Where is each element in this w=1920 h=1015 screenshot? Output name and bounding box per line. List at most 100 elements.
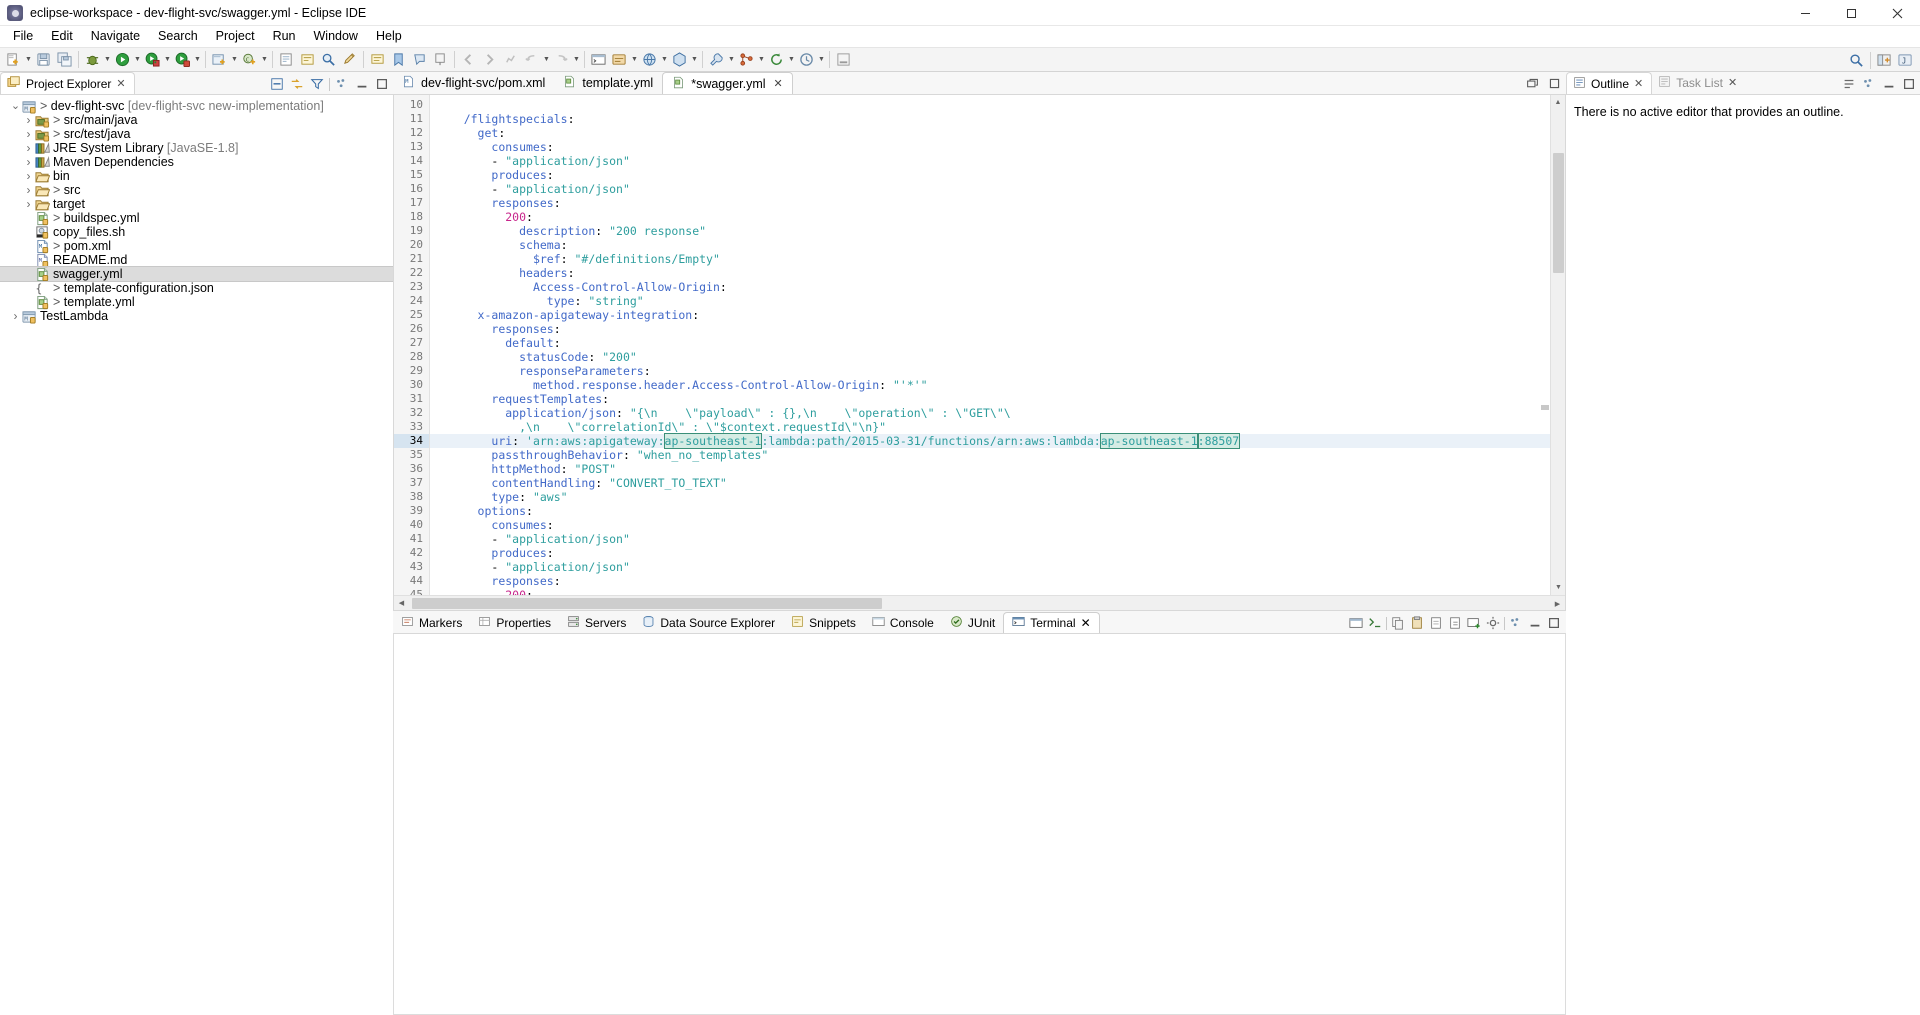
save-icon[interactable] (34, 50, 53, 69)
menu-help[interactable]: Help (367, 27, 411, 46)
tab-outline[interactable]: Outline ✕ (1566, 72, 1653, 94)
view-menu-icon[interactable] (1861, 76, 1877, 92)
code-line[interactable]: type: "string" (430, 294, 1550, 308)
editor-tab-template-yml[interactable]: template.yml (554, 72, 662, 94)
view-filter-icon[interactable] (309, 76, 325, 92)
code-line[interactable]: produces: (430, 168, 1550, 182)
menu-edit[interactable]: Edit (42, 27, 82, 46)
code-line-current[interactable]: uri: 'arn:aws:apigateway:ap-southeast-1:… (430, 433, 1550, 449)
code-line[interactable]: options: (430, 504, 1550, 518)
open-type-icon[interactable] (277, 50, 296, 69)
bottom-tab-junit[interactable]: JUnit (942, 612, 1003, 633)
tab-task-list[interactable]: Task List ✕ (1652, 72, 1745, 94)
chevron-down-icon[interactable]: ▼ (817, 50, 826, 69)
chevron-right-icon[interactable]: › (23, 155, 34, 169)
tree-item-target[interactable]: › target (0, 197, 393, 211)
open-perspective-icon[interactable] (1875, 51, 1894, 70)
code-line[interactable]: passthroughBehavior: "when_no_templates" (430, 448, 1550, 462)
profile-icon[interactable] (173, 50, 192, 69)
menu-search[interactable]: Search (149, 27, 207, 46)
annotation-icon[interactable] (368, 50, 387, 69)
code-line[interactable]: responses: (430, 574, 1550, 588)
maximize-icon[interactable] (1546, 615, 1562, 631)
code-line[interactable]: headers: (430, 266, 1550, 280)
search-icon[interactable] (319, 50, 338, 69)
open-task-icon[interactable] (298, 50, 317, 69)
next-edit-icon[interactable] (480, 50, 499, 69)
tree-item-buildspec-yml[interactable]: > buildspec.yml (0, 211, 393, 225)
quick-access-search-icon[interactable] (1847, 51, 1866, 70)
scroll-lock-icon[interactable] (1447, 615, 1463, 631)
menu-project[interactable]: Project (207, 27, 264, 46)
close-icon[interactable] (1874, 0, 1920, 26)
kubernetes-icon[interactable] (670, 50, 689, 69)
chevron-down-icon[interactable]: ▼ (230, 50, 239, 69)
code-line[interactable]: /flightspecials: (430, 112, 1550, 126)
menu-file[interactable]: File (4, 27, 42, 46)
minimize-icon[interactable] (1527, 615, 1543, 631)
code-line[interactable]: - "application/json" (430, 560, 1550, 574)
task-marker-icon[interactable] (410, 50, 429, 69)
java-perspective-icon[interactable]: J (1896, 51, 1915, 70)
horizontal-scroll-thumb[interactable] (412, 598, 882, 609)
refresh-icon[interactable] (767, 50, 786, 69)
chevron-down-icon[interactable]: ▼ (757, 50, 766, 69)
chevron-down-icon[interactable]: ▼ (660, 50, 669, 69)
previous-edit-icon[interactable] (459, 50, 478, 69)
minimize-icon[interactable] (354, 76, 370, 92)
chevron-right-icon[interactable]: › (23, 183, 34, 197)
tree-item-src-main-java[interactable]: › > src/main/java (0, 113, 393, 128)
outline-menu-icon[interactable] (1841, 76, 1857, 92)
tree-item-jre-system-library[interactable]: › JRE System Library [JavaSE-1.8] (0, 141, 393, 155)
chevron-down-icon[interactable]: ▼ (193, 50, 202, 69)
chevron-down-icon[interactable]: ⌄ (10, 99, 21, 113)
maximize-icon[interactable] (1828, 0, 1874, 26)
code-line[interactable]: application/json: "{\n \"payload\" : {},… (430, 406, 1550, 420)
chevron-right-icon[interactable]: › (23, 169, 34, 183)
code-line[interactable]: consumes: (430, 140, 1550, 154)
tree-item-swagger-yml[interactable]: swagger.yml (0, 266, 393, 282)
chevron-down-icon[interactable]: ▼ (690, 50, 699, 69)
close-icon[interactable]: ✕ (116, 78, 125, 89)
code-line[interactable]: type: "aws" (430, 490, 1550, 504)
code-line[interactable]: get: (430, 126, 1550, 140)
bottom-tab-data-source-explorer[interactable]: Data Source Explorer (634, 612, 783, 633)
tree-item-template-yml[interactable]: > template.yml (0, 295, 393, 309)
new-wizard-icon[interactable] (4, 50, 23, 69)
menu-run[interactable]: Run (264, 27, 305, 46)
back-icon[interactable] (522, 50, 541, 69)
bottom-tab-servers[interactable]: Servers (559, 612, 634, 633)
tree-item-testlambda[interactable]: › M TestLambda (0, 309, 393, 324)
chevron-down-icon[interactable]: ▼ (787, 50, 796, 69)
save-all-icon[interactable] (55, 50, 74, 69)
editor-tab-swagger-yml[interactable]: *swagger.yml ✕ (662, 72, 793, 94)
code-line[interactable]: default: (430, 336, 1550, 350)
vertical-scroll-thumb[interactable] (1553, 153, 1564, 273)
code-line[interactable]: httpMethod: "POST" (430, 462, 1550, 476)
external-tools-icon[interactable] (707, 50, 726, 69)
paste-icon[interactable] (1409, 615, 1425, 631)
code-line[interactable]: Access-Control-Allow-Origin: (430, 280, 1550, 294)
bottom-tab-console[interactable]: Console (864, 612, 942, 633)
tab-project-explorer[interactable]: Project Explorer ✕ (0, 72, 135, 94)
new-class-icon[interactable]: C (240, 50, 259, 69)
code-line[interactable]: consumes: (430, 518, 1550, 532)
close-icon[interactable]: ✕ (1634, 78, 1643, 89)
copy-icon[interactable] (1390, 615, 1406, 631)
tree-item-src-test-java[interactable]: › > src/test/java (0, 127, 393, 142)
code-line[interactable]: requestTemplates: (430, 392, 1550, 406)
chevron-right-icon[interactable]: › (10, 309, 21, 323)
close-icon[interactable]: ✕ (774, 77, 783, 90)
restore-icon[interactable] (1524, 75, 1540, 91)
last-edit-location-icon[interactable] (501, 50, 520, 69)
new-java-project-icon[interactable] (210, 50, 229, 69)
scroll-right-icon[interactable]: ▶ (1550, 596, 1565, 611)
scroll-up-icon[interactable]: ▲ (1551, 95, 1565, 110)
close-icon[interactable]: ✕ (1728, 78, 1737, 89)
code-line[interactable]: $ref: "#/definitions/Empty" (430, 252, 1550, 266)
editor-horizontal-scrollbar[interactable]: ◀ ▶ (394, 595, 1565, 610)
close-icon[interactable]: ✕ (1081, 616, 1091, 630)
chevron-down-icon[interactable]: ▼ (727, 50, 736, 69)
chevron-down-icon[interactable]: ▼ (24, 50, 33, 69)
chevron-down-icon[interactable]: ▼ (163, 50, 172, 69)
